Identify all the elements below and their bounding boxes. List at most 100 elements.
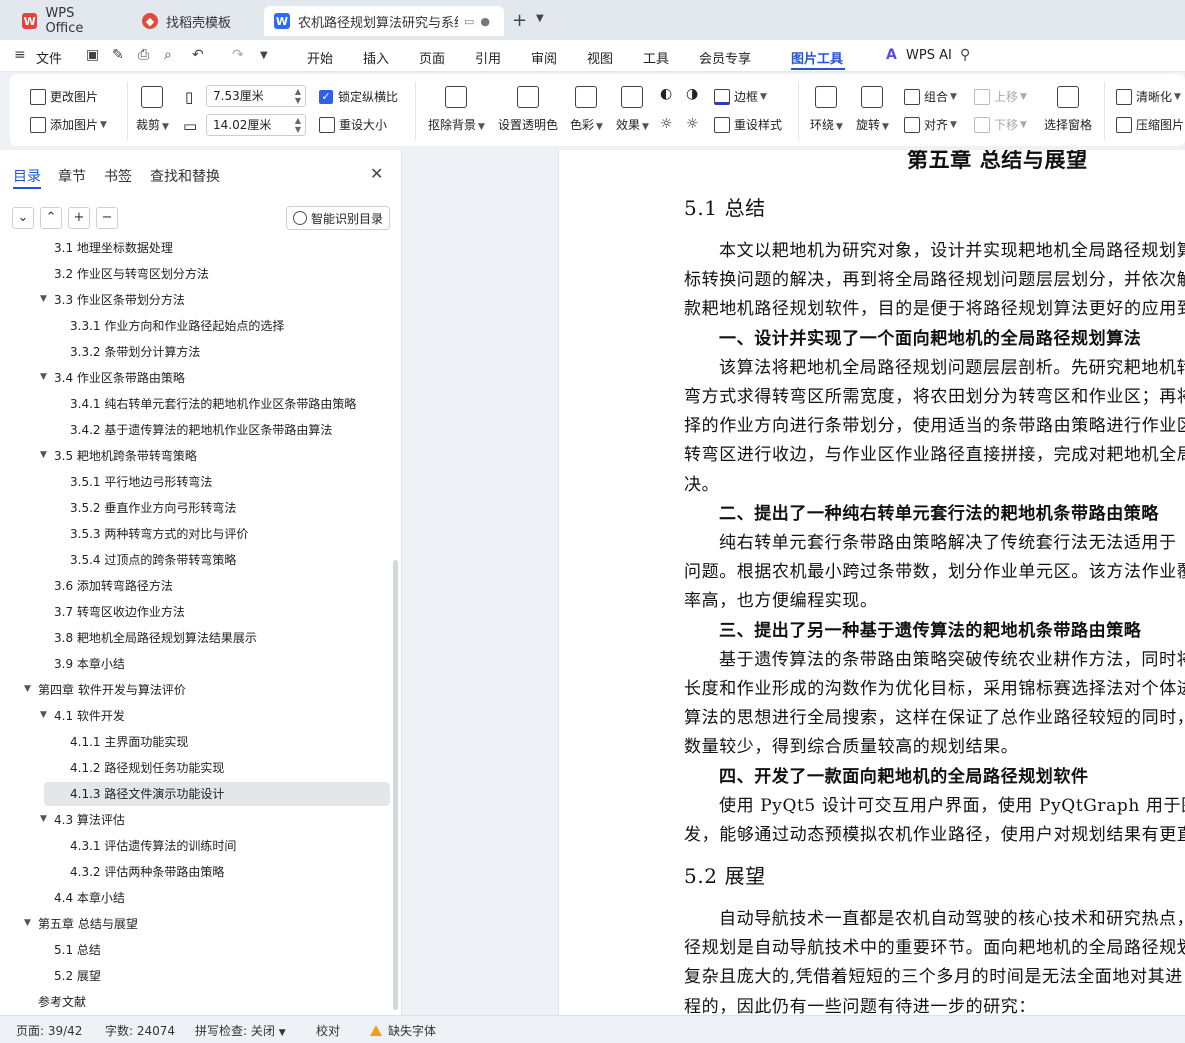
align-button[interactable]: 对齐 ▼ [904, 116, 957, 133]
print-icon[interactable]: ⎙ [138, 47, 149, 63]
missing-font-button[interactable]: 缺失字体 [370, 1022, 436, 1039]
toc-item[interactable]: 4.4 本章小结 [0, 886, 392, 910]
expand-down-button[interactable]: ⌄ [12, 207, 34, 229]
lock-ratio-checkbox[interactable]: ✓ 锁定纵横比 [319, 88, 398, 105]
brightness-icon[interactable]: ☼ [660, 116, 673, 132]
menu-insert[interactable]: 插入 [363, 48, 389, 67]
toc-item[interactable]: 3.9 本章小结 [0, 652, 392, 676]
selection-pane-button[interactable]: 选择窗格 [1044, 86, 1092, 133]
toc-item[interactable]: 3.7 转弯区收边作业方法 [0, 600, 392, 624]
new-tab-icon[interactable]: + [512, 10, 527, 31]
menu-reference[interactable]: 引用 [475, 48, 501, 67]
spell-check-toggle[interactable]: 拼写检查: 关闭 ▼ [195, 1022, 286, 1039]
expand-caret-icon[interactable]: ▼ [40, 372, 47, 382]
panel-tab-toc[interactable]: 目录 [13, 166, 41, 186]
brightness-up-icon[interactable]: ◐ [660, 86, 672, 102]
remove-background-button[interactable]: 抠除背景 ▼ [428, 86, 485, 133]
toc-item[interactable]: 3.3.2 条带划分计算方法 [0, 340, 392, 364]
tab-docer-templates[interactable]: ◆ 找稻壳模板 [132, 6, 258, 36]
menu-picture-tools[interactable]: 图片工具 [791, 48, 843, 67]
add-heading-button[interactable]: + [68, 207, 90, 229]
toc-item[interactable]: 4.3 算法评估 [0, 808, 392, 832]
spinner-icon[interactable]: ▲ ▼ [295, 87, 301, 105]
proofread-button[interactable]: 校对 [316, 1022, 340, 1039]
toc-item[interactable]: 3.5.1 平行地边弓形转弯法 [0, 470, 392, 494]
toc-item[interactable]: 3.5.4 过顶点的跨条带转弯策略 [0, 548, 392, 572]
unsaved-dot-icon[interactable]: ● [480, 15, 490, 28]
search-icon[interactable]: ⚲ [960, 47, 970, 63]
toc-item[interactable]: 4.3.2 评估两种条带路由策略 [0, 860, 392, 884]
toc-item[interactable]: 3.6 添加转弯路径方法 [0, 574, 392, 598]
page-indicator[interactable]: 页面: 39/42 [16, 1022, 82, 1039]
toc-item[interactable]: 第四章 软件开发与算法评价 [0, 678, 392, 702]
expand-caret-icon[interactable]: ▼ [40, 710, 47, 720]
expand-caret-icon[interactable]: ▼ [24, 684, 31, 694]
reset-size-button[interactable]: 重设大小 [319, 116, 387, 133]
image-width-input[interactable]: 7.53厘米 ▲ ▼ [206, 85, 306, 107]
wrap-button[interactable]: 环绕 ▼ [810, 86, 843, 133]
toc-item[interactable]: 3.2 作业区与转弯区划分方法 [0, 262, 392, 286]
compress-image-button[interactable]: 压缩图片 [1116, 116, 1184, 133]
menu-file[interactable]: 文件 [36, 48, 62, 67]
sun-icon[interactable]: ☼ [686, 116, 699, 132]
toc-item[interactable]: 3.3 作业区条带划分方法 [0, 288, 392, 312]
toc-item[interactable]: 4.1.3 路径文件演示功能设计 [44, 782, 390, 806]
panel-tab-bookmarks[interactable]: 书签 [104, 166, 132, 186]
expand-caret-icon[interactable]: ▼ [24, 918, 31, 928]
toc-item[interactable]: 参考文献 [0, 990, 392, 1013]
toc-item[interactable]: 3.4.1 纯右转单元套行法的耙地机作业区条带路由策略 [0, 392, 392, 416]
wps-ai-icon[interactable]: A [886, 47, 897, 63]
toc-item[interactable]: 3.3.1 作业方向和作业路径起始点的选择 [0, 314, 392, 338]
bring-forward-button[interactable]: 上移 ▼ [974, 88, 1027, 105]
panel-tab-find-replace[interactable]: 查找和替换 [150, 166, 220, 186]
effects-button[interactable]: 效果 ▼ [616, 86, 649, 133]
toc-item[interactable]: 4.1.1 主界面功能实现 [0, 730, 392, 754]
sharpen-button[interactable]: 清晰化 ▼ [1116, 88, 1181, 105]
menu-tools[interactable]: 工具 [643, 48, 669, 67]
crop-button[interactable]: 裁剪 ▼ [136, 86, 169, 133]
toc-item[interactable]: 4.3.1 评估遗传算法的训练时间 [0, 834, 392, 858]
more-chevron-icon[interactable]: ▼ [260, 50, 268, 61]
toc-item[interactable]: 3.5.3 两种转弯方式的对比与评价 [0, 522, 392, 546]
toc-item[interactable]: 3.5 耙地机跨条带转弯策略 [0, 444, 392, 468]
smart-toc-button[interactable]: 智能识别目录 [286, 206, 390, 230]
group-button[interactable]: 组合 ▼ [904, 88, 957, 105]
toc-item[interactable]: 3.1 地理坐标数据处理 [0, 238, 392, 260]
tab-wps-office[interactable]: W WPS Office [12, 6, 124, 36]
menu-start[interactable]: 开始 [307, 48, 333, 67]
redo-icon[interactable]: ↷ [232, 47, 244, 63]
toc-item[interactable]: 5.2 展望 [0, 964, 392, 988]
color-button[interactable]: 色彩 ▼ [570, 86, 603, 133]
spinner-icon[interactable]: ▲ ▼ [295, 116, 301, 134]
rotate-button[interactable]: 旋转 ▼ [856, 86, 889, 133]
reset-style-button[interactable]: 重设样式 [714, 116, 782, 133]
add-image-button[interactable]: 添加图片 ▼ [30, 116, 107, 133]
menu-wps-ai[interactable]: WPS AI [906, 48, 952, 63]
toc-item[interactable]: 4.1 软件开发 [0, 704, 392, 728]
close-icon[interactable]: ✕ [370, 164, 383, 183]
toc-item[interactable]: 3.8 耙地机全局路径规划算法结果展示 [0, 626, 392, 650]
save-icon[interactable]: ▣ [86, 47, 99, 63]
toc-item[interactable]: 4.1.2 路径规划任务功能实现 [0, 756, 392, 780]
toc-scrollbar[interactable] [393, 560, 398, 1010]
toc-item[interactable]: 3.4.2 基于遗传算法的耙地机作业区条带路由算法 [0, 418, 392, 442]
expand-caret-icon[interactable]: ▼ [40, 450, 47, 460]
word-count[interactable]: 字数: 24074 [105, 1022, 175, 1039]
format-painter-icon[interactable]: ✎ [112, 47, 124, 63]
print-preview-icon[interactable]: ⌕ [164, 47, 172, 63]
border-button[interactable]: 边框 ▼ [714, 88, 767, 105]
expand-caret-icon[interactable]: ▼ [40, 294, 47, 304]
document-page[interactable]: 第五章 总结与展望 5.1 总结 本文以耙地机为研究对象，设计并实现耙地机全局路径规… [558, 150, 1185, 1015]
toc-item[interactable]: 3.4 作业区条带路由策略 [0, 366, 392, 390]
menu-member[interactable]: 会员专享 [699, 48, 751, 67]
tab-document[interactable]: W 农机路径规划算法研究与系统 ▭ ● [264, 6, 504, 36]
chevron-down-icon[interactable]: ▼ [536, 13, 544, 24]
toc-item[interactable]: 5.1 总结 [0, 938, 392, 962]
remove-heading-button[interactable]: − [96, 207, 118, 229]
menu-page[interactable]: 页面 [419, 48, 445, 67]
menu-review[interactable]: 审阅 [531, 48, 557, 67]
send-backward-button[interactable]: 下移 ▼ [974, 116, 1027, 133]
toc-item[interactable]: 第五章 总结与展望 [0, 912, 392, 936]
monitor-icon[interactable]: ▭ [464, 15, 474, 28]
hamburger-icon[interactable]: ≡ [14, 47, 26, 63]
